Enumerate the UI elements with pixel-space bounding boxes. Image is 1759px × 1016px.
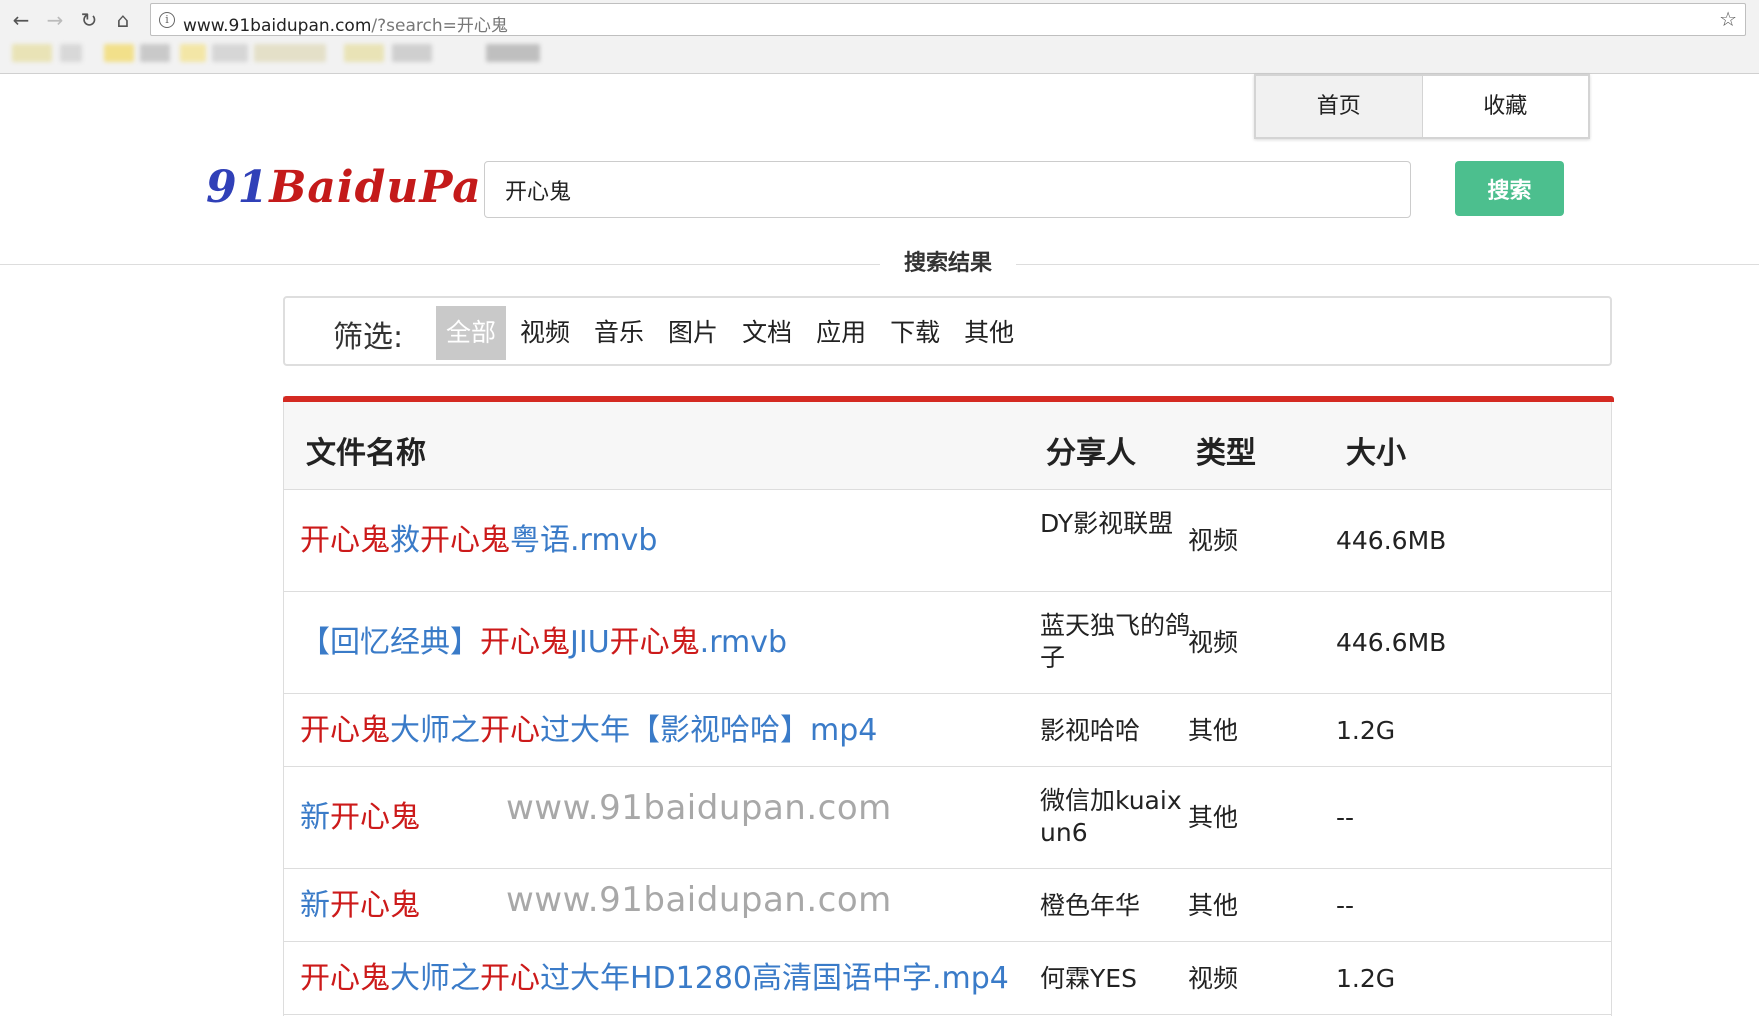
sharer-name: 微信加kuaixun6	[1040, 786, 1182, 847]
filter-option[interactable]: 文档	[732, 306, 802, 360]
info-icon[interactable]: i	[159, 12, 175, 28]
file-type: 其他	[1188, 891, 1239, 920]
file-type: 视频	[1188, 964, 1239, 993]
forward-arrow-icon[interactable]: →	[42, 7, 68, 33]
file-size: --	[1336, 803, 1355, 832]
table-row: 开心鬼大师之开心过大年【影视哈哈】mp4 影视哈哈 其他 1.2G	[284, 694, 1611, 767]
file-size: 446.6MB	[1336, 526, 1447, 555]
file-type: 视频	[1188, 526, 1239, 555]
keyword-highlight: 开心鬼	[609, 625, 700, 660]
back-arrow-icon[interactable]: ←	[8, 7, 34, 33]
table-row: 新开心鬼 微信加kuaixun6 其他 --	[284, 767, 1611, 869]
file-type: 视频	[1188, 628, 1239, 657]
sharer-name: DY影视联盟	[1040, 509, 1174, 538]
file-name-text: 【回忆经典】	[300, 625, 480, 660]
header-sharer: 分享人	[1046, 436, 1136, 471]
file-name-text: .rmvb	[699, 625, 788, 660]
section-title: 搜索结果	[880, 249, 1016, 279]
filter-bar: 筛选: 全部 视频 音乐 图片 文档 应用 下载 其他	[283, 296, 1612, 366]
file-size: 1.2G	[1336, 964, 1396, 993]
search-button[interactable]: 搜索	[1455, 161, 1564, 216]
logo-text-91: 91	[206, 162, 270, 213]
search-input[interactable]	[484, 161, 1411, 218]
browser-chrome: ← → ↻ ⌂ i www.91baidupan.com/?search=开心鬼…	[0, 0, 1759, 74]
filter-label: 筛选:	[333, 320, 404, 355]
results-table: 文件名称 分享人 类型 大小 开心鬼救开心鬼粤语.rmvb DY影视联盟 视频 446…	[283, 396, 1614, 1016]
sharer-name: 橙色年华	[1040, 891, 1141, 920]
file-size: 446.6MB	[1336, 628, 1447, 657]
filter-option[interactable]: 图片	[658, 306, 728, 360]
file-name-text: 救	[390, 523, 420, 558]
nav-favorites-tab[interactable]: 收藏	[1422, 76, 1588, 137]
home-icon[interactable]: ⌂	[110, 7, 136, 33]
keyword-highlight: 开心鬼	[300, 713, 390, 748]
bookmark-item[interactable]	[12, 44, 52, 62]
file-name-text: 新	[300, 888, 330, 923]
top-nav: 首页 收藏	[1254, 74, 1590, 139]
keyword-highlight: 开心鬼	[330, 888, 420, 923]
nav-home-tab[interactable]: 首页	[1256, 76, 1423, 137]
address-bar[interactable]: i www.91baidupan.com/?search=开心鬼 ☆	[150, 3, 1746, 36]
table-row: 开心鬼大师之开心过大年HD1280高清国语中字.mp4 何霖YES 视频 1.2G	[284, 942, 1611, 1015]
keyword-highlight: 开心	[480, 713, 540, 748]
bookmark-star-icon[interactable]: ☆	[1719, 7, 1737, 31]
keyword-highlight: 开心鬼	[300, 523, 390, 558]
table-row: 新开心鬼 橙色年华 其他 --	[284, 869, 1611, 942]
bookmark-item[interactable]	[180, 44, 206, 62]
keyword-highlight: 开心鬼	[480, 625, 570, 660]
bookmark-item[interactable]	[140, 44, 170, 62]
filter-option[interactable]: 应用	[806, 306, 876, 360]
file-name-text: 过大年【影视哈哈】mp4	[540, 713, 878, 748]
keyword-highlight: 开心鬼	[420, 523, 510, 558]
file-name-link[interactable]: 【回忆经典】开心鬼JIU开心鬼.rmvb	[300, 626, 787, 660]
file-name-text: 大师之	[390, 713, 480, 748]
filter-option[interactable]: 音乐	[584, 306, 654, 360]
file-name-link[interactable]: 新开心鬼	[300, 801, 420, 835]
file-size: --	[1336, 891, 1355, 920]
header-file-name: 文件名称	[306, 436, 426, 471]
bookmark-item[interactable]	[486, 44, 540, 62]
table-row: 【回忆经典】开心鬼JIU开心鬼.rmvb 蓝天独飞的鸽子 视频 446.6MB	[284, 592, 1611, 694]
file-type: 其他	[1188, 803, 1239, 832]
table-header: 文件名称 分享人 类型 大小	[284, 402, 1611, 490]
filter-option[interactable]: 全部	[436, 306, 507, 360]
bookmark-item[interactable]	[60, 44, 82, 62]
file-type: 其他	[1188, 716, 1239, 745]
site-logo[interactable]: 91BaiduPan	[206, 162, 515, 213]
header-type: 类型	[1196, 436, 1256, 471]
sharer-name: 影视哈哈	[1040, 716, 1141, 745]
watermark-text: www.91baidupan.com	[506, 880, 892, 920]
logo-text-baidu: Baidu	[269, 162, 420, 213]
filter-options: 全部 视频 音乐 图片 文档 应用 下载 其他	[436, 306, 1028, 360]
table-row: 开心鬼救开心鬼粤语.rmvb DY影视联盟 视频 446.6MB	[284, 490, 1611, 592]
bookmark-item[interactable]	[254, 44, 326, 62]
bookmarks-bar	[0, 44, 1759, 66]
watermark-text: www.91baidupan.com	[506, 788, 892, 828]
filter-option[interactable]: 下载	[880, 306, 950, 360]
keyword-highlight: 开心鬼	[330, 800, 420, 835]
bookmark-item[interactable]	[392, 44, 432, 62]
reload-icon[interactable]: ↻	[76, 7, 102, 33]
file-name-text: 粤语.rmvb	[510, 523, 658, 558]
header-size: 大小	[1346, 436, 1406, 471]
bookmark-item[interactable]	[344, 44, 384, 62]
url-text[interactable]: www.91baidupan.com/?search=开心鬼	[183, 11, 508, 36]
file-name-link[interactable]: 开心鬼救开心鬼粤语.rmvb	[300, 524, 657, 558]
file-name-text: JIU	[570, 625, 610, 660]
bookmark-item[interactable]	[212, 44, 248, 62]
filter-option[interactable]: 其他	[954, 306, 1024, 360]
bookmark-item[interactable]	[104, 44, 134, 62]
file-name-text: 新	[300, 800, 330, 835]
sharer-name: 蓝天独飞的鸽子	[1040, 611, 1191, 672]
file-size: 1.2G	[1336, 716, 1396, 745]
file-name-link[interactable]: 开心鬼大师之开心过大年【影视哈哈】mp4	[300, 714, 877, 748]
sharer-name: 何霖YES	[1040, 964, 1137, 993]
file-name-link[interactable]: 新开心鬼	[300, 889, 420, 923]
filter-option[interactable]: 视频	[510, 306, 580, 360]
